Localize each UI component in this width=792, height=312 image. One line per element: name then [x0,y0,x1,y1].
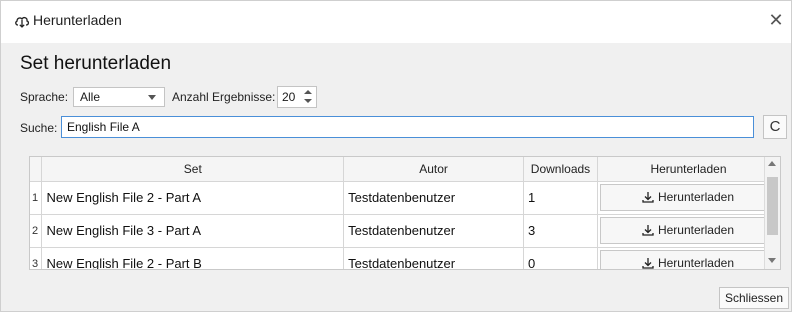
download-dialog: Herunterladen ✕ Set herunterladen Sprach… [0,0,792,312]
search-label: Suche: [20,121,58,135]
sets-table-grid: Set Autor Downloads Herunterladen 1 New … [30,157,780,270]
table-row[interactable]: 1 New English File 2 - Part A Testdatenb… [30,181,780,215]
column-header-set[interactable]: Set [41,157,345,182]
download-cell: Herunterladen [597,247,780,270]
row-number: 2 [30,214,43,248]
set-name-cell[interactable]: New English File 3 - Part A [41,214,345,248]
results-count-stepper[interactable]: 20 [277,86,317,108]
author-cell[interactable]: Testdatenbenutzer [343,214,524,248]
table-row[interactable]: 3 New English File 2 - Part B Testdatenb… [30,247,780,270]
close-dialog-button[interactable]: Schliessen [719,287,789,309]
download-button[interactable]: Herunterladen [599,250,776,270]
download-button-label: Herunterladen [657,190,734,204]
downloads-cell[interactable]: 0 [523,247,598,269]
refresh-icon: C [769,118,781,135]
row-number: 3 [30,247,43,269]
download-icon [642,225,654,236]
search-input[interactable] [61,116,754,138]
sets-table: Set Autor Downloads Herunterladen 1 New … [29,156,781,270]
download-button[interactable]: Herunterladen [599,184,776,211]
cloud-download-icon [15,16,30,28]
close-window-button[interactable]: ✕ [765,9,787,33]
download-button-label: Herunterladen [657,256,734,270]
refresh-button[interactable]: C [763,115,787,139]
downloads-cell[interactable]: 1 [523,181,598,215]
table-row[interactable]: 2 New English File 3 - Part A Testdatenb… [30,214,780,248]
set-name-cell[interactable]: New English File 2 - Part B [41,247,345,269]
language-select-value: Alle [80,90,101,104]
downloads-cell[interactable]: 3 [523,214,598,248]
column-header-author[interactable]: Autor [343,157,524,182]
stepper-down-icon[interactable] [302,97,314,106]
download-cell: Herunterladen [597,214,780,248]
scroll-up-icon[interactable] [768,161,776,166]
download-button[interactable]: Herunterladen [599,217,776,244]
table-header-row: Set Autor Downloads Herunterladen [30,157,780,182]
download-icon [642,192,654,203]
column-header-downloads[interactable]: Downloads [523,157,598,182]
download-cell: Herunterladen [597,181,780,215]
window-title: Herunterladen [33,12,122,28]
vertical-scrollbar[interactable] [764,157,780,269]
language-select[interactable]: Alle [73,87,165,107]
author-cell[interactable]: Testdatenbenutzer [343,247,524,269]
results-count-label: Anzahl Ergebnisse: [172,90,276,104]
language-label: Sprache: [20,90,69,104]
column-header-download[interactable]: Herunterladen [597,157,780,182]
scrollbar-thumb[interactable] [767,177,778,235]
row-number: 1 [30,181,43,215]
row-number-header [30,157,43,182]
title-bar: Herunterladen ✕ [1,1,791,43]
download-icon [642,258,654,269]
results-count-value: 20 [282,90,296,104]
chevron-down-icon [148,95,156,100]
page-title: Set herunterladen [20,53,172,74]
scroll-down-icon[interactable] [768,258,776,263]
set-name-cell[interactable]: New English File 2 - Part A [41,181,345,215]
stepper-up-icon[interactable] [302,88,314,97]
author-cell[interactable]: Testdatenbenutzer [343,181,524,215]
download-button-label: Herunterladen [657,223,734,237]
